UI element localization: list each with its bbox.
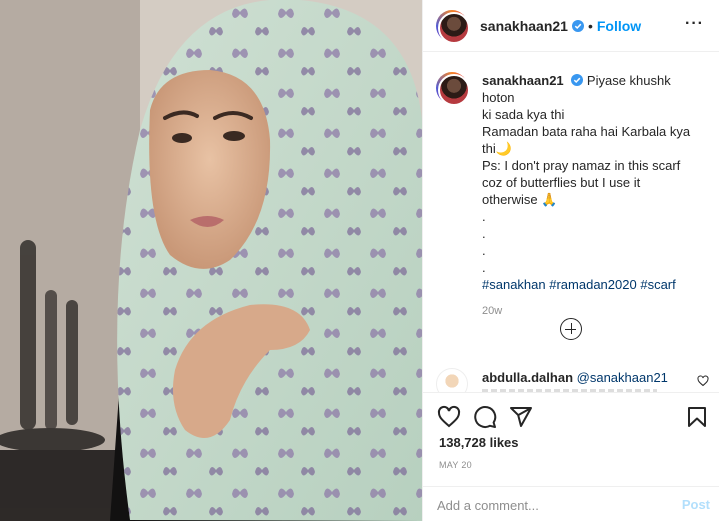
post-header: sanakhaan21 • Follow ··· <box>423 0 719 52</box>
post-date[interactable]: MAY 20 <box>439 460 472 470</box>
comment-mention[interactable]: @sanakhaan21 <box>577 370 668 385</box>
comment-heart-icon[interactable] <box>697 375 709 387</box>
hashtag-link[interactable]: #scarf <box>640 277 675 292</box>
more-options-icon[interactable]: ··· <box>685 16 704 32</box>
hashtag-link[interactable]: #ramadan2020 <box>549 277 636 292</box>
caption-avatar[interactable] <box>436 72 470 106</box>
post-caption: sanakhaan21 Piyase khushk hoton ki sada … <box>436 72 706 317</box>
commenter-avatar[interactable] <box>436 368 468 392</box>
author-avatar[interactable] <box>436 9 470 44</box>
post-side-panel: sanakhaan21 • Follow ··· sanakhaan21 Piy… <box>422 0 719 521</box>
caption-line: Ramadan bata raha hai Karbala kya <box>482 124 691 139</box>
instagram-post: sanakhaan21 • Follow ··· sanakhaan21 Piy… <box>0 0 719 521</box>
comments-area[interactable]: sanakhaan21 Piyase khushk hoton ki sada … <box>423 52 719 392</box>
caption-line: coz of butterflies but I use it <box>482 175 641 190</box>
heart-icon[interactable] <box>437 405 461 429</box>
post-photo[interactable] <box>0 0 422 521</box>
verified-badge-icon <box>571 19 584 32</box>
comment-text: abdulla.dalhan @sanakhaan21 <box>482 370 668 385</box>
post-photo-illustration <box>0 0 422 521</box>
caption-line: . <box>482 209 486 224</box>
add-comment-bar: Post <box>423 486 719 521</box>
hashtag-link[interactable]: #sanakhan <box>482 277 546 292</box>
comment-item: abdulla.dalhan @sanakhaan21 <box>436 368 711 392</box>
action-bar <box>423 392 719 440</box>
caption-hashtags: #sanakhan #ramadan2020 #scarf <box>482 276 706 293</box>
follow-button[interactable]: Follow <box>597 18 641 34</box>
add-comment-input[interactable] <box>437 495 657 515</box>
author-username[interactable]: sanakhaan21 <box>480 18 568 34</box>
verified-badge-icon <box>571 74 584 86</box>
load-more-comments-icon[interactable] <box>560 318 582 340</box>
separator-dot: • <box>587 17 593 34</box>
likes-count[interactable]: 138,728 likes <box>439 435 519 450</box>
caption-line: ki sada kya thi <box>482 107 565 122</box>
caption-line: . <box>482 243 486 258</box>
share-icon[interactable] <box>509 405 533 429</box>
bookmark-icon[interactable] <box>685 405 709 429</box>
caption-username[interactable]: sanakhaan21 <box>482 73 564 88</box>
commenter-username[interactable]: abdulla.dalhan <box>482 370 573 385</box>
post-comment-button[interactable]: Post <box>682 497 710 512</box>
caption-line: Ps: I don't pray namaz in this scarf <box>482 158 681 173</box>
caption-line: . <box>482 260 486 275</box>
caption-line: . <box>482 226 486 241</box>
caption-text: sanakhaan21 Piyase khushk hoton ki sada … <box>482 72 706 293</box>
comment-icon[interactable] <box>473 405 497 429</box>
caption-timestamp[interactable]: 20w <box>482 305 706 317</box>
caption-line: otherwise 🙏 <box>482 192 558 207</box>
caption-line: thi🌙 <box>482 141 512 156</box>
